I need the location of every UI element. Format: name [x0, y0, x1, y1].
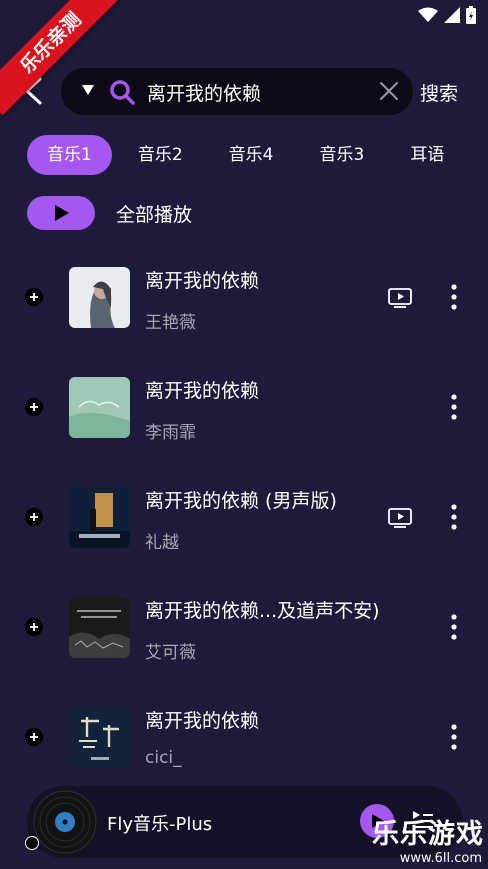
- tab-music1[interactable]: 音乐1: [27, 135, 112, 175]
- add-icon[interactable]: [25, 398, 43, 416]
- song-row[interactable]: 离开我的依赖...及道声不安) 艾可薇: [0, 572, 488, 682]
- test-ribbon: 乐乐亲测: [0, 0, 120, 120]
- add-icon[interactable]: [25, 508, 43, 526]
- add-icon[interactable]: [25, 618, 43, 636]
- add-icon[interactable]: [25, 288, 43, 306]
- album-cover: [69, 267, 130, 328]
- tab-music4[interactable]: 音乐4: [209, 135, 294, 175]
- player-title: Fly音乐-Plus: [107, 814, 213, 835]
- song-title: 离开我的依赖: [145, 380, 260, 402]
- song-row[interactable]: 离开我的依赖 (男声版) 礼越: [0, 462, 488, 572]
- song-artist: 艾可薇: [145, 643, 196, 663]
- player-add-dot: [25, 836, 39, 850]
- more-options-icon[interactable]: [448, 724, 460, 750]
- vinyl-disc-icon: [33, 790, 97, 854]
- more-options-icon[interactable]: [448, 394, 460, 420]
- tab-music2[interactable]: 音乐2: [118, 135, 203, 175]
- play-all-row: 全部播放: [27, 196, 192, 230]
- play-icon: [55, 205, 69, 221]
- album-cover: [69, 707, 130, 768]
- play-all-button[interactable]: [27, 196, 95, 230]
- album-cover: [69, 487, 130, 548]
- site-watermark: 乐乐游戏 www.6ll.com: [372, 818, 488, 869]
- category-tabs: 音乐1 音乐2 音乐4 音乐3 耳语: [27, 135, 488, 175]
- album-cover: [69, 377, 130, 438]
- watermark-url: www.6ll.com: [399, 851, 482, 866]
- song-title: 离开我的依赖: [145, 710, 260, 732]
- add-icon[interactable]: [25, 728, 43, 746]
- album-cover: [69, 597, 130, 658]
- song-list: 离开我的依赖 王艳薇 离开我的依赖 李雨霏 离开我的依赖 (男声版) 礼越 离开…: [0, 242, 488, 792]
- wifi-icon: [418, 7, 438, 22]
- search-input[interactable]: [147, 78, 367, 106]
- battery-icon: [466, 6, 476, 24]
- watermark-title: 乐乐游戏: [372, 819, 484, 850]
- more-options-icon[interactable]: [448, 614, 460, 640]
- tab-whisper[interactable]: 耳语: [390, 135, 464, 175]
- song-title: 离开我的依赖: [145, 270, 260, 292]
- clear-icon[interactable]: [379, 81, 399, 101]
- mv-icon[interactable]: [388, 288, 412, 308]
- more-options-icon[interactable]: [448, 284, 460, 310]
- song-row[interactable]: 离开我的依赖 李雨霏: [0, 352, 488, 462]
- song-row[interactable]: 离开我的依赖 王艳薇: [0, 242, 488, 352]
- song-artist: 李雨霏: [145, 423, 196, 443]
- song-title: 离开我的依赖...及道声不安): [145, 600, 380, 622]
- signal-icon: [444, 7, 460, 23]
- song-artist: 礼越: [145, 533, 179, 553]
- search-button[interactable]: 搜索: [420, 79, 458, 106]
- song-title: 离开我的依赖 (男声版): [145, 490, 337, 512]
- play-all-label[interactable]: 全部播放: [116, 200, 192, 227]
- ribbon-text: 乐乐亲测: [0, 0, 120, 116]
- song-row[interactable]: 离开我的依赖 cici_: [0, 682, 488, 792]
- song-artist: cici_: [145, 748, 182, 768]
- tab-music3[interactable]: 音乐3: [299, 135, 384, 175]
- mv-icon[interactable]: [388, 508, 412, 528]
- more-options-icon[interactable]: [448, 504, 460, 530]
- song-artist: 王艳薇: [145, 313, 196, 333]
